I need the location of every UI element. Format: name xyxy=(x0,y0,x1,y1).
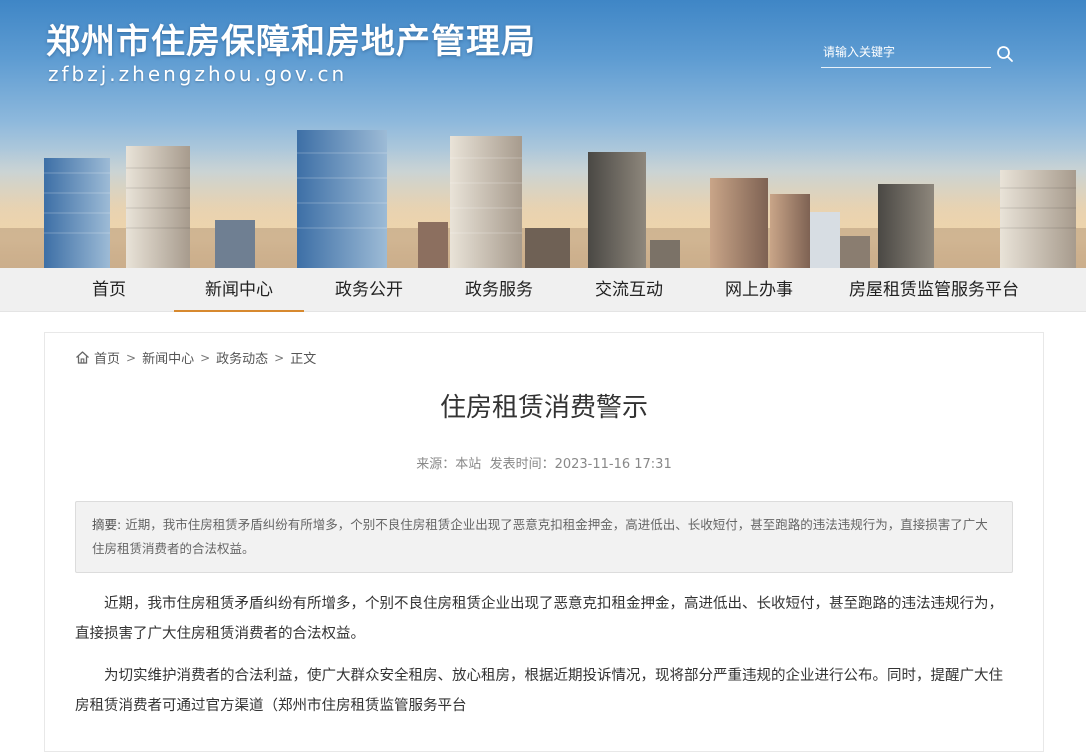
breadcrumb-current: 正文 xyxy=(290,352,317,367)
breadcrumb-government-news[interactable]: 政务动态 xyxy=(216,348,268,367)
breadcrumb-separator: > xyxy=(126,350,137,365)
search-input[interactable] xyxy=(821,38,971,66)
search-box xyxy=(821,38,991,68)
nav-item-news-center[interactable]: 新闻中心 xyxy=(174,268,304,312)
source-value: 本站 xyxy=(455,457,482,472)
home-icon xyxy=(76,351,89,364)
site-title: 郑州市住房保障和房地产管理局 xyxy=(46,22,536,62)
source-label: 来源： xyxy=(416,457,456,472)
article-paragraph: 为切实维护消费者的合法利益，使广大群众安全租房、放心租房，根据近期投诉情况，现将… xyxy=(75,668,1003,714)
date-label: 发表时间： xyxy=(489,457,555,472)
article-paragraph: 近期，我市住房租赁矛盾纠纷有所增多，个别不良住房租赁企业出现了恶意克扣租金押金，… xyxy=(75,596,1003,642)
abstract-label: 摘要: xyxy=(92,517,122,532)
nav-item-interaction[interactable]: 交流互动 xyxy=(578,268,680,312)
header-banner: 郑州市住房保障和房地产管理局 zfbzj.zhengzhou.gov.cn xyxy=(0,0,1086,268)
breadcrumb-home[interactable]: 首页 xyxy=(94,348,120,367)
nav-item-online-services[interactable]: 网上办事 xyxy=(708,268,810,312)
breadcrumb-news-center[interactable]: 新闻中心 xyxy=(142,348,194,367)
nav-item-government-services[interactable]: 政务服务 xyxy=(448,268,550,312)
nav-item-government-affairs-disclosure[interactable]: 政务公开 xyxy=(318,268,420,312)
nav-item-home[interactable]: 首页 xyxy=(74,268,144,312)
main-nav: 首页 新闻中心 政务公开 政务服务 交流互动 网上办事 房屋租赁监管服务平台 xyxy=(0,268,1086,312)
breadcrumb: 首页 > 新闻中心 > 政务动态 > 正文 xyxy=(75,348,316,367)
nav-item-rental-platform[interactable]: 房屋租赁监管服务平台 xyxy=(834,268,1034,312)
search-icon[interactable] xyxy=(996,45,1014,63)
article-card: 首页 > 新闻中心 > 政务动态 > 正文 住房租赁消费警示 来源：本站 发表时… xyxy=(44,332,1044,752)
city-skyline-image xyxy=(0,130,1086,268)
publish-date: 2023-11-16 17:31 xyxy=(554,457,672,472)
article-meta: 来源：本站 发表时间：2023-11-16 17:31 xyxy=(45,453,1043,472)
breadcrumb-separator: > xyxy=(200,350,211,365)
breadcrumb-separator: > xyxy=(274,350,285,365)
article-title: 住房租赁消费警示 xyxy=(439,393,648,423)
article-abstract: 摘要: 近期，我市住房租赁矛盾纠纷有所增多，个别不良住房租赁企业出现了恶意克扣租… xyxy=(75,501,1013,573)
site-domain: zfbzj.zhengzhou.gov.cn xyxy=(48,62,348,86)
abstract-text: 近期，我市住房租赁矛盾纠纷有所增多，个别不良住房租赁企业出现了恶意克扣租金押金，… xyxy=(92,517,988,556)
